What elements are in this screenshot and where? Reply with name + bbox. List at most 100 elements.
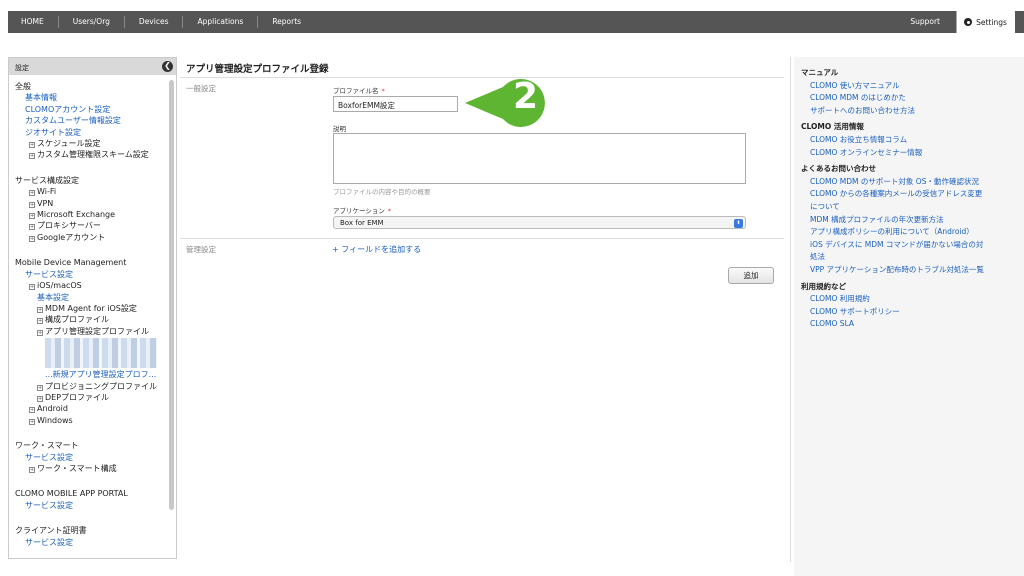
sidebar-link[interactable]: ジオサイト設定 (15, 127, 168, 138)
add-button[interactable]: 追加 (728, 267, 774, 284)
sidebar-item[interactable]: + DEPプロファイル (15, 392, 168, 403)
sidebar-item[interactable]: + プロキシサーバー (15, 220, 168, 231)
description-hint: プロファイルの内容や目的の概要 (333, 188, 431, 196)
sidebar-link[interactable]: CLOMOアカウント設定 (15, 104, 168, 115)
description-textarea[interactable] (333, 133, 746, 184)
sidebar-item[interactable]: + Googleアカウント (15, 232, 168, 243)
window-edge (1015, 11, 1024, 33)
sidebar-link[interactable]: サービス設定 (15, 537, 168, 548)
help-link[interactable]: サポートへのお問い合わせ方法 (801, 105, 1024, 118)
callout-number: 2 (513, 76, 539, 117)
expand-icon[interactable]: + (29, 142, 35, 149)
help-link[interactable]: CLOMO 使い方マニュアル (801, 80, 1024, 93)
expand-icon[interactable]: + (29, 213, 35, 220)
help-link[interactable]: CLOMO MDM のサポート対象 OS・動作確認状況 (801, 176, 1024, 189)
help-link[interactable]: CLOMO からの各種案内メールの受信アドレス変更 (801, 188, 1024, 201)
application-label: アプリケーション * (333, 205, 391, 215)
sidebar-item[interactable]: + MDM Agent for iOS設定 (15, 303, 168, 314)
nav-applications[interactable]: Applications (183, 16, 259, 28)
select-arrows-icon: ⬍ (734, 218, 743, 228)
sidebar-item-label: プロビジョニングプロファイル (45, 381, 157, 391)
collapse-icon[interactable]: ❮ (162, 61, 173, 72)
required-mark: * (381, 87, 385, 95)
expand-icon[interactable]: + (29, 418, 35, 425)
support-link[interactable]: Support (910, 17, 940, 26)
sidebar-item-label: Microsoft Exchange (37, 210, 116, 220)
sidebar-item[interactable]: + ワーク・スマート構成 (15, 463, 168, 474)
sidebar-item-label: Windows (37, 415, 73, 425)
profile-name-input[interactable]: BoxforEMM設定 (333, 96, 458, 112)
help-link[interactable]: CLOMO オンラインセミナー情報 (801, 147, 1024, 160)
expand-icon[interactable]: + (29, 190, 35, 197)
expand-icon[interactable]: + (29, 284, 35, 291)
add-field-link[interactable]: + フィールドを追加する (332, 244, 421, 255)
application-label-text: アプリケーション (333, 207, 385, 215)
sidebar-item-label: ...新規アプリ管理設定プロフ... (45, 370, 157, 380)
divider (180, 238, 784, 239)
expand-icon[interactable]: + (37, 395, 43, 402)
sidebar-item[interactable]: + 構成プロファイル (15, 314, 168, 325)
sidebar-item-label: サービス構成設定 (15, 175, 79, 185)
expand-icon[interactable]: + (29, 407, 35, 414)
help-link[interactable]: iOS デバイスに MDM コマンドが届かない場合の対 (801, 239, 1024, 252)
sidebar-item: クライアント証明書 (15, 525, 168, 536)
help-link[interactable]: MDM 構成プロファイルの年次更新方法 (801, 214, 1024, 227)
sidebar-link[interactable]: ...新規アプリ管理設定プロフ... (15, 369, 168, 380)
sidebar-item[interactable]: + VPN (15, 198, 168, 209)
help-link[interactable]: CLOMO 利用規約 (801, 293, 1024, 306)
top-nav-bar: HOME Users/Org Devices Applications Reports … (8, 11, 1014, 33)
help-section-title: マニュアル (801, 68, 839, 77)
help-link[interactable]: CLOMO SLA (801, 318, 1024, 331)
help-link[interactable]: について (801, 201, 1024, 214)
expand-icon[interactable]: + (37, 318, 43, 325)
sidebar-link[interactable]: 基本設定 (15, 292, 168, 303)
help-link[interactable]: 処法 (801, 251, 1024, 264)
settings-tab[interactable]: Settings (956, 11, 1014, 33)
sidebar-link[interactable]: 基本情報 (15, 92, 168, 103)
sidebar-item-label: iOS/macOS (37, 281, 82, 291)
expand-icon[interactable]: + (29, 224, 35, 231)
sidebar-item[interactable]: + Android (15, 403, 168, 414)
help-link[interactable]: VPP アプリケーション配布時のトラブル対処法一覧 (801, 264, 1024, 277)
sidebar-link[interactable]: サービス設定 (15, 500, 168, 511)
expand-icon[interactable]: + (29, 235, 35, 242)
sidebar-item-label: CLOMO MOBILE APP PORTAL (15, 489, 128, 499)
nav-devices[interactable]: Devices (125, 16, 184, 28)
nav-home[interactable]: HOME (8, 16, 59, 28)
sidebar-item[interactable]: + iOS/macOS (15, 280, 168, 291)
expand-icon[interactable]: + (29, 466, 35, 473)
application-select[interactable]: Box for EMM ⬍ (333, 216, 746, 229)
settings-label: Settings (976, 17, 1007, 27)
nav-reports[interactable]: Reports (258, 16, 315, 28)
sidebar-item[interactable]: + スケジュール設定 (15, 138, 168, 149)
admin-settings-label: 管理設定 (186, 245, 216, 254)
sidebar-item-label: カスタムユーザー情報設定 (25, 116, 121, 126)
expand-icon[interactable]: + (37, 306, 43, 313)
expand-icon[interactable]: + (29, 201, 35, 208)
expand-icon[interactable]: + (37, 384, 43, 391)
sidebar-item[interactable]: + カスタム管理権限スキーム設定 (15, 149, 168, 160)
help-link[interactable]: アプリ構成ポリシーの利用について（Android） (801, 226, 1024, 239)
sidebar-item[interactable]: + プロビジョニングプロファイル (15, 381, 168, 392)
sidebar-scrollbar[interactable] (169, 80, 174, 510)
sidebar-tree: 全般 基本情報 CLOMOアカウント設定 カスタムユーザー情報設定 ジオサイト設定 + スケ… (9, 75, 176, 548)
nav-usersorg[interactable]: Users/Org (59, 16, 125, 28)
expand-icon[interactable]: + (37, 329, 43, 336)
sidebar-link[interactable]: サービス設定 (15, 452, 168, 463)
sidebar-item[interactable]: + Wi-Fi (15, 186, 168, 197)
sidebar-item-label: サービス設定 (25, 537, 73, 547)
main-content: アプリ管理設定プロファイル登録 一般設定 プロファイル名 * BoxforEMM設… (180, 57, 784, 576)
top-nav: HOME Users/Org Devices Applications Reports (8, 11, 315, 33)
expand-icon[interactable]: + (29, 153, 35, 160)
sidebar-item[interactable]: + Microsoft Exchange (15, 209, 168, 220)
sidebar-item[interactable]: + アプリ管理設定プロファイル (15, 326, 168, 337)
help-link[interactable]: CLOMO お役立ち情報コラム (801, 134, 1024, 147)
help-link[interactable]: CLOMO サポートポリシー (801, 306, 1024, 319)
sidebar-link[interactable]: カスタムユーザー情報設定 (15, 115, 168, 126)
sidebar-link[interactable]: サービス設定 (15, 269, 168, 280)
sidebar-item[interactable]: + Windows (15, 415, 168, 426)
help-link[interactable]: CLOMO MDM のはじめかた (801, 92, 1024, 105)
description-label: 説明 (333, 125, 346, 133)
